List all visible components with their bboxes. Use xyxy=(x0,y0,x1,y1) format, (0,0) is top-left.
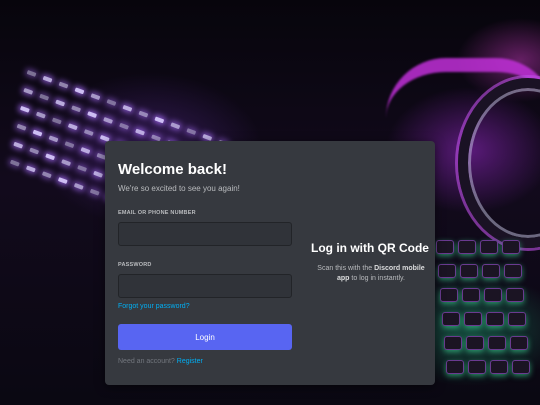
register-prompt: Need an account? Register xyxy=(118,358,203,365)
keyboard-key-right xyxy=(510,336,528,350)
keyboard-key-right xyxy=(490,360,508,374)
keyboard-key-light xyxy=(83,129,94,136)
need-account-text: Need an account? xyxy=(118,358,175,365)
keyboard-key-right xyxy=(466,336,484,350)
keyboard-key-right xyxy=(458,240,476,254)
keyboard-key-light xyxy=(39,93,50,101)
qr-description: Scan this with the Discord mobile app to… xyxy=(312,264,430,284)
keyboard-key-light xyxy=(48,135,59,143)
keyboard-key-light xyxy=(106,99,117,106)
keyboard-key-light xyxy=(67,123,78,131)
keyboard-key-light xyxy=(58,81,69,89)
keyboard-key-right xyxy=(506,288,524,302)
keyboard-key-light xyxy=(87,111,98,119)
email-input[interactable] xyxy=(118,222,292,246)
keyboard-key-light xyxy=(122,104,133,112)
keyboard-key-right xyxy=(482,264,500,278)
qr-title: Log in with QR Code xyxy=(311,241,429,255)
keyboard-key-light xyxy=(170,122,181,130)
keyboard-key-light xyxy=(154,116,165,124)
keyboard-key-light xyxy=(89,188,100,196)
keyboard-key-light xyxy=(19,105,30,113)
keyboard-key-light xyxy=(16,123,27,131)
keyboard-key-light xyxy=(13,141,24,149)
keyboard-key-right xyxy=(460,264,478,278)
welcome-title: Welcome back! xyxy=(118,161,227,178)
keyboard-key-right xyxy=(488,336,506,350)
qr-desc-prefix: Scan this with the xyxy=(317,265,375,272)
keyboard-key-right xyxy=(486,312,504,326)
forgot-password-link[interactable]: Forgot your password? xyxy=(118,303,190,310)
keyboard-key-light xyxy=(23,87,34,95)
keyboard-key-right xyxy=(508,312,526,326)
keyboard-key-right xyxy=(480,240,498,254)
keyboard-key-light xyxy=(90,93,101,101)
login-button[interactable]: Login xyxy=(118,324,292,350)
keyboard-key-light xyxy=(29,147,40,155)
keyboard-key-light xyxy=(135,128,145,136)
keyboard-key-right xyxy=(464,312,482,326)
keyboard-key-light xyxy=(41,171,52,179)
password-label: PASSWORD xyxy=(118,262,152,268)
keyboard-key-light xyxy=(55,99,66,107)
keyboard-key-light xyxy=(202,133,213,141)
keyboard-key-right xyxy=(440,288,458,302)
keyboard-key-light xyxy=(119,122,129,130)
register-link[interactable]: Register xyxy=(177,358,203,365)
keyboard-key-light xyxy=(77,165,88,172)
keyboard-key-light xyxy=(80,147,91,154)
keyboard-key-right xyxy=(512,360,530,374)
keyboard-key-light xyxy=(51,117,62,125)
glowing-keyboard-right xyxy=(436,240,536,400)
keyboard-key-light xyxy=(103,117,113,124)
keyboard-key-light xyxy=(57,177,68,184)
keyboard-key-right xyxy=(484,288,502,302)
keyboard-key-right xyxy=(502,240,520,254)
keyboard-key-light xyxy=(45,153,56,161)
keyboard-key-light xyxy=(64,141,75,149)
keyboard-key-right xyxy=(462,288,480,302)
keyboard-key-light xyxy=(26,70,37,77)
welcome-subtitle: We're so excited to see you again! xyxy=(118,184,240,193)
keyboard-key-right xyxy=(442,312,460,326)
password-input[interactable] xyxy=(118,274,292,298)
keyboard-key-right xyxy=(504,264,522,278)
keyboard-key-right xyxy=(444,336,462,350)
keyboard-key-light xyxy=(35,111,46,119)
login-modal: Welcome back! We're so excited to see yo… xyxy=(105,141,435,385)
keyboard-key-light xyxy=(186,128,197,135)
keyboard-key-light xyxy=(93,170,103,178)
keyboard-key-right xyxy=(446,360,464,374)
email-label: EMAIL OR PHONE NUMBER xyxy=(118,210,196,216)
keyboard-key-light xyxy=(73,182,84,190)
keyboard-key-right xyxy=(436,240,454,254)
keyboard-key-light xyxy=(138,110,149,118)
keyboard-key-right xyxy=(468,360,486,374)
keyboard-key-light xyxy=(74,87,85,95)
keyboard-key-light xyxy=(25,165,36,173)
keyboard-key-light xyxy=(9,159,20,167)
keyboard-key-light xyxy=(71,105,82,113)
keyboard-key-light xyxy=(61,159,72,167)
keyboard-key-light xyxy=(42,75,53,83)
keyboard-key-right xyxy=(438,264,456,278)
qr-desc-suffix: to log in instantly. xyxy=(349,275,405,282)
keyboard-key-light xyxy=(32,129,43,137)
